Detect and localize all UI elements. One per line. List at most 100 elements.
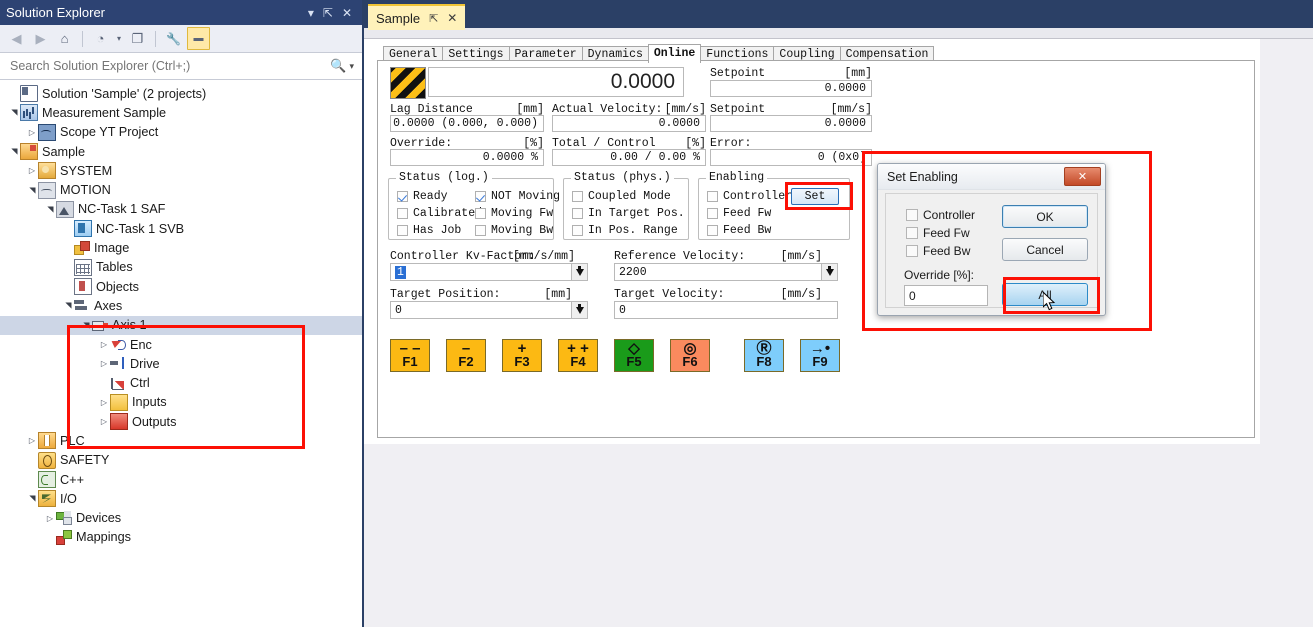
expander-closed-icon[interactable]: ▷: [26, 166, 38, 175]
checkbox-box[interactable]: [906, 209, 918, 221]
chevron-down-icon[interactable]: ▾: [114, 28, 124, 49]
checkbox-calibrated[interactable]: Calibrated: [397, 207, 482, 220]
checkbox-box[interactable]: [572, 191, 583, 202]
tree-item-plc[interactable]: ▷ PLC: [0, 431, 362, 450]
checkbox-box[interactable]: [906, 227, 918, 239]
tree-item-motion[interactable]: ◢ MOTION: [0, 180, 362, 199]
properties-wrench-icon[interactable]: 🔧: [163, 28, 184, 49]
fkey-button-f4[interactable]: + + F4: [558, 339, 598, 372]
checkbox-in-target-pos[interactable]: In Target Pos.: [572, 207, 685, 220]
expander-closed-icon[interactable]: ▷: [98, 398, 110, 407]
close-icon[interactable]: ✕: [1064, 167, 1101, 186]
tree-item-image[interactable]: Image: [0, 238, 362, 257]
fkey-button-f1[interactable]: – – F1: [390, 339, 430, 372]
checkbox-has-job[interactable]: Has Job: [397, 224, 461, 237]
fkey-button-f3[interactable]: + F3: [502, 339, 542, 372]
expander-closed-icon[interactable]: ▷: [98, 417, 110, 426]
checkbox-box[interactable]: [572, 208, 583, 219]
checkbox-box[interactable]: [475, 208, 486, 219]
tree-item-inputs[interactable]: ▷ Inputs: [0, 393, 362, 412]
dialog-cancel-button[interactable]: Cancel: [1002, 238, 1088, 261]
tree-item-safety[interactable]: SAFETY: [0, 451, 362, 470]
checkbox-ready[interactable]: Ready: [397, 190, 448, 203]
checkbox-box[interactable]: [707, 191, 718, 202]
checkbox-controller[interactable]: Controller: [707, 190, 792, 203]
expander-closed-icon[interactable]: ▷: [26, 436, 38, 445]
tree-item-enc[interactable]: ▷ Enc: [0, 335, 362, 354]
dialog-all-button[interactable]: All: [1002, 283, 1088, 306]
reference-velocity-input[interactable]: 2200: [614, 263, 822, 281]
tree-item-nc-task-1-svb[interactable]: NC-Task 1 SVB: [0, 219, 362, 238]
target-position-spinner[interactable]: [572, 301, 588, 319]
kv-factor-spinner[interactable]: [572, 263, 588, 281]
checkbox-moving-bw[interactable]: Moving Bw: [475, 224, 553, 237]
checkbox-feed-fw[interactable]: Feed Fw: [707, 207, 771, 220]
collapse-all-icon[interactable]: ▬: [187, 27, 210, 50]
back-icon[interactable]: ◀: [6, 28, 27, 49]
tree-item-axis-1[interactable]: ◢ Axis 1: [0, 315, 362, 335]
set-enabling-button[interactable]: Set: [791, 188, 839, 205]
chevron-down-icon[interactable]: ▾: [308, 7, 314, 19]
expander-closed-icon[interactable]: ▷: [26, 128, 38, 137]
target-position-input[interactable]: 0: [390, 301, 572, 319]
expander-closed-icon[interactable]: ▷: [98, 340, 110, 349]
fkey-button-f9[interactable]: →• F9: [800, 339, 840, 372]
search-icon[interactable]: 🔍: [330, 58, 346, 74]
fkey-button-f2[interactable]: – F2: [446, 339, 486, 372]
tree-item-scope-yt-project[interactable]: ▷ Scope YT Project: [0, 123, 362, 142]
fkey-button-f6[interactable]: ◎ F6: [670, 339, 710, 372]
tree-item-solution-sample-2-projects[interactable]: Solution 'Sample' (2 projects): [0, 84, 362, 103]
kv-factor-input[interactable]: 1: [390, 263, 572, 281]
checkbox-coupled-mode[interactable]: Coupled Mode: [572, 190, 671, 203]
copy-icon[interactable]: ❐: [127, 28, 148, 49]
close-icon[interactable]: ✕: [342, 7, 352, 19]
tree-item-drive[interactable]: ▷ Drive: [0, 354, 362, 373]
pin-icon[interactable]: ⇱: [323, 7, 333, 19]
checkbox-not-moving[interactable]: NOT Moving: [475, 190, 560, 203]
expander-closed-icon[interactable]: ▷: [98, 359, 110, 368]
chevron-down-icon[interactable]: ▾: [349, 61, 354, 72]
dialog-override-input[interactable]: 0: [904, 285, 988, 306]
checkbox-box[interactable]: [572, 225, 583, 236]
checkbox-box[interactable]: [475, 225, 486, 236]
dialog-checkbox-feed-bw[interactable]: Feed Bw: [906, 244, 970, 258]
close-icon[interactable]: ✕: [447, 11, 457, 25]
tree-item-c[interactable]: C++: [0, 470, 362, 489]
expander-closed-icon[interactable]: ▷: [44, 514, 56, 523]
tree-item-objects[interactable]: Objects: [0, 277, 362, 296]
tree-item-devices[interactable]: ▷ Devices: [0, 509, 362, 528]
tree-item-axes[interactable]: ◢ Axes: [0, 296, 362, 315]
fkey-button-f8[interactable]: Ⓡ F8: [744, 339, 784, 372]
forward-icon[interactable]: ▶: [30, 28, 51, 49]
tree-item-nc-task-1-saf[interactable]: ◢ NC-Task 1 SAF: [0, 200, 362, 219]
dialog-checkbox-controller[interactable]: Controller: [906, 208, 975, 222]
expander-open-icon[interactable]: ◢: [10, 146, 19, 158]
tree-item-i-o[interactable]: ◢ I/O: [0, 489, 362, 508]
target-velocity-input[interactable]: 0: [614, 301, 838, 319]
search-input[interactable]: [8, 58, 331, 74]
checkbox-box[interactable]: [397, 208, 408, 219]
checkbox-box[interactable]: [475, 191, 486, 202]
home-icon[interactable]: ⌂: [54, 28, 75, 49]
tab-online[interactable]: Online: [647, 44, 702, 63]
fkey-button-f5[interactable]: ◇ F5: [614, 339, 654, 372]
tree-item-tables[interactable]: Tables: [0, 258, 362, 277]
checkbox-box[interactable]: [906, 245, 918, 257]
pending-changes-icon[interactable]: ◔: [90, 28, 111, 49]
tree-item-measurement-sample[interactable]: ◢ Measurement Sample: [0, 103, 362, 122]
checkbox-moving-fw[interactable]: Moving Fw: [475, 207, 553, 220]
tree-item-outputs[interactable]: ▷ Outputs: [0, 412, 362, 431]
tree-item-sample[interactable]: ◢ Sample: [0, 142, 362, 161]
dialog-ok-button[interactable]: OK: [1002, 205, 1088, 228]
checkbox-box[interactable]: [397, 225, 408, 236]
tree-item-system[interactable]: ▷ SYSTEM: [0, 161, 362, 180]
checkbox-box[interactable]: [707, 225, 718, 236]
expander-open-icon[interactable]: ◢: [82, 319, 91, 331]
expander-open-icon[interactable]: ◢: [28, 493, 37, 505]
checkbox-feed-bw[interactable]: Feed Bw: [707, 224, 771, 237]
reference-velocity-spinner[interactable]: [822, 263, 838, 281]
tree-item-mappings[interactable]: Mappings: [0, 528, 362, 547]
dialog-checkbox-feed-fw[interactable]: Feed Fw: [906, 226, 970, 240]
expander-open-icon[interactable]: ◢: [28, 184, 37, 196]
document-tab-sample[interactable]: Sample ⇱ ✕: [368, 4, 466, 30]
